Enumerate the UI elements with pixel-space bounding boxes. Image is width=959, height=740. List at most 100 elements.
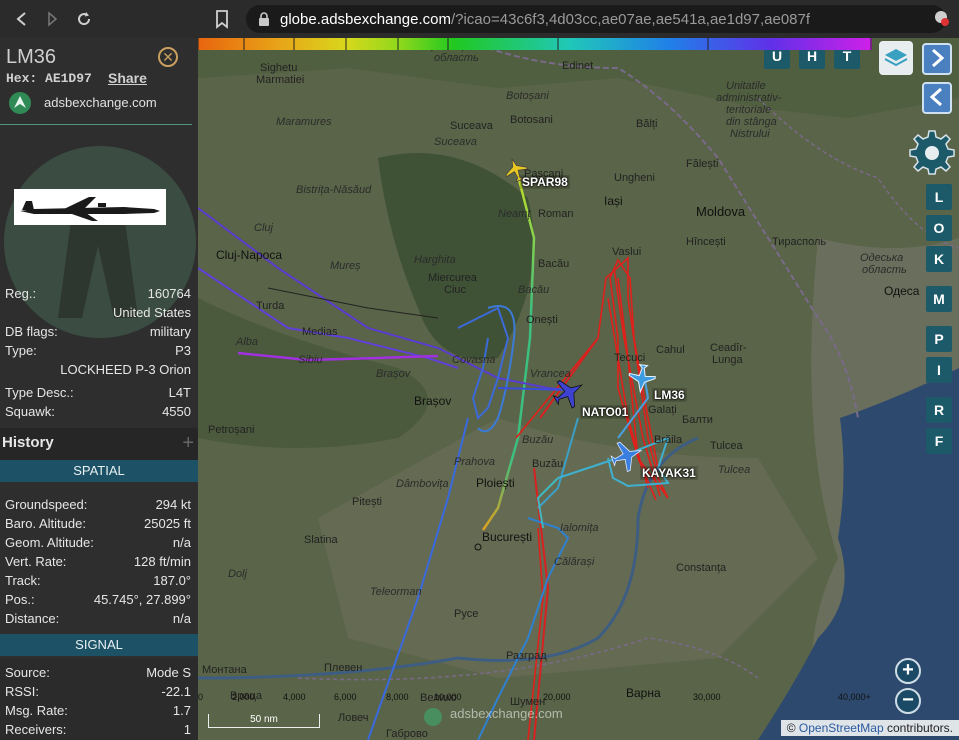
map-label: Балти [682,414,713,426]
map-label: Harghita [414,254,456,266]
toggle-p-button[interactable]: P [926,326,952,352]
signal-row: Msg. Rate: 1.7 [5,703,191,722]
map-attribution: © OpenStreetMap contributors. [780,720,959,736]
toggle-r-button[interactable]: R [926,397,952,423]
history-section[interactable]: History + [0,428,198,460]
site-link[interactable]: adsbexchange.com [44,95,157,110]
toggle-l-button[interactable]: L [926,184,952,210]
history-title: History [2,434,54,451]
map-label: Sibiu [298,354,323,366]
aircraft-info-panel: LM36 ✕ Hex: AE1D97 Share adsbexchange.co… [0,38,198,740]
map-label: Edinet [562,60,594,72]
dbflags-label: DB flags: [5,324,58,339]
altitude-color-legend [198,38,872,50]
legend-tick: 20,000 [543,692,571,702]
position-value: 45.745°, 27.899° [93,592,191,607]
type-name-value: LOCKHEED P-3 Orion [60,362,191,377]
source-value: Mode S [146,665,191,680]
callout-spar98[interactable]: SPAR98 [520,175,570,189]
back-arrow-icon[interactable] [6,3,38,35]
spatial-header: SPATIAL [0,460,198,482]
receivers-label: Receivers: [5,722,67,737]
map-label: область [862,264,907,276]
msg-rate-value: 1.7 [172,703,191,718]
geom-altitude-value: n/a [172,535,191,550]
map-label: Onești [526,314,558,326]
map-view[interactable]: Чернівецька область Sighetu Marmatiei Ed… [198,38,959,740]
layers-icon[interactable] [879,41,913,75]
toggle-m-button[interactable]: M [926,286,952,312]
reload-icon[interactable] [68,3,100,35]
map-label: область [434,52,479,64]
type-name-row: LOCKHEED P-3 Orion [5,362,191,381]
signal-header: SIGNAL [0,634,198,656]
toggle-i-button[interactable]: I [926,357,952,383]
callout-nato01[interactable]: NATO01 [580,405,631,419]
receivers-value: 1 [183,722,191,737]
map-label: Moldova [696,204,746,219]
map-label: Vrancea [530,368,571,380]
toggle-k-button[interactable]: K [926,246,952,272]
extension-icon[interactable] [931,6,951,35]
map-label: Tulcea [710,440,743,452]
baro-altitude-label: Baro. Altitude: [5,516,86,531]
settings-gear-icon[interactable] [908,128,956,176]
reg-row: Reg.: 160764 [5,286,191,305]
signal-row: RSSI: -22.1 [5,684,191,703]
rssi-label: RSSI: [5,684,39,699]
legend-tick: 40,000+ [838,692,871,702]
spatial-row: Geom. Altitude: n/a [5,535,191,554]
collapse-panel-right-icon[interactable] [922,43,952,75]
reg-label: Reg.: [5,286,37,301]
map-label: Suceava [434,136,477,148]
forward-arrow-icon[interactable] [36,3,68,35]
watermark-logo-icon [424,708,442,726]
aircraft-photo[interactable] [14,189,166,225]
squawk-label: Squawk: [5,404,55,419]
map-tracks [198,38,959,740]
map-label: Dolj [228,568,247,580]
map-label: Ceadîr- [710,342,747,354]
legend-tick: 6,000 [334,692,357,702]
address-bar[interactable]: globe.adsbexchange.com/?icao=43c6f3,4d03… [246,5,946,33]
map-label: Одеська [860,252,904,264]
type-value: P3 [175,343,191,358]
zoom-out-button[interactable]: − [895,688,921,714]
bookmark-icon[interactable] [212,8,232,30]
track-label: Track: [5,573,41,588]
country-row: United States [5,305,191,324]
typedesc-row: Type Desc.: L4T [5,385,191,404]
rssi-value: -22.1 [161,684,191,699]
history-expand-icon[interactable]: + [182,432,194,455]
map-label: Alba [236,336,259,348]
hex-row: Hex: AE1D97 [6,71,92,86]
map-label: Nistrului [730,128,770,140]
toggle-f-button[interactable]: F [926,428,952,454]
geom-altitude-label: Geom. Altitude: [5,535,94,550]
map-label: Плевен [324,662,363,674]
callout-lm36[interactable]: LM36 [652,388,687,402]
spatial-row: Groundspeed: 294 kt [5,497,191,516]
spatial-row: Pos.: 45.745°, 27.899° [5,592,191,611]
map-label: Călărași [554,556,595,568]
map-label: Габрово [386,728,428,740]
map-label: Prahova [454,456,495,468]
legend-tick: 4,000 [283,692,306,702]
map-label: Pitești [352,496,382,508]
lock-icon [259,12,269,26]
expand-panel-left-icon[interactable] [922,82,952,114]
map-label: Разград [506,650,547,662]
close-icon[interactable]: ✕ [158,47,178,67]
callout-kayak31[interactable]: KAYAK31 [640,466,698,480]
watermark: adsbexchange.com [450,706,563,721]
source-label: Source: [5,665,50,680]
map-label: Maramures [276,116,332,128]
msg-rate-label: Msg. Rate: [5,703,68,718]
toggle-o-button[interactable]: O [926,215,952,241]
spatial-row: Distance: n/a [5,611,191,630]
openstreetmap-link[interactable]: OpenStreetMap [799,721,884,735]
share-link[interactable]: Share [108,70,147,86]
track-value: 187.0° [153,573,191,588]
zoom-in-button[interactable]: + [895,658,921,684]
map-label: București [482,530,533,544]
